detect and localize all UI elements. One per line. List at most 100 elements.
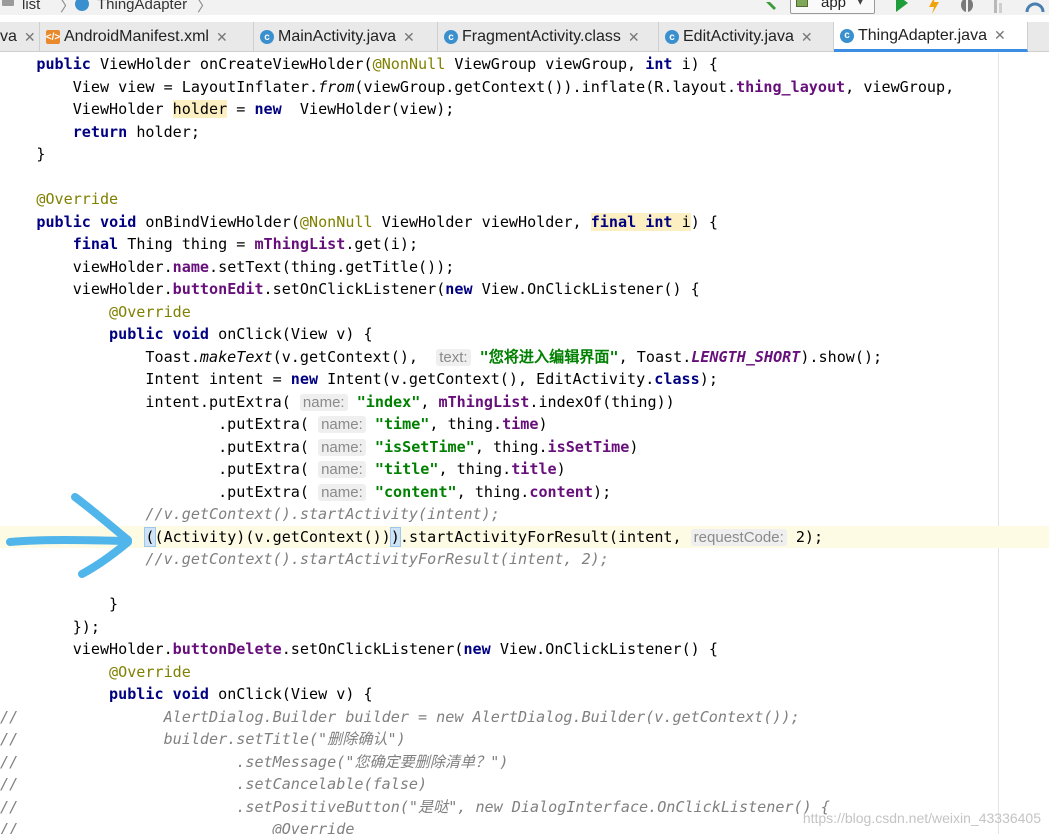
code-line[interactable]: Toast.makeText(v.getContext(), text: "您将… (0, 346, 1049, 369)
class-icon (75, 0, 89, 11)
tab-label: ThingAdapter.java (858, 26, 987, 44)
code-text: @Override (36, 190, 119, 208)
xml-file-icon: </> (45, 30, 61, 44)
code-text: public void onClick(View v) { (109, 685, 373, 703)
close-icon[interactable]: ✕ (403, 29, 415, 46)
code-text: // .setPositiveButton("是哒", new DialogIn… (0, 797, 830, 816)
code-line[interactable]: @Override (0, 661, 1049, 684)
editor-tab-bar: va ✕ </> AndroidManifest.xml ✕ c MainAct… (0, 22, 1049, 52)
code-line[interactable]: public void onBindViewHolder(@NonNull Vi… (0, 211, 1049, 234)
code-line[interactable]: intent.putExtra( name: "index", mThingLi… (0, 391, 1049, 414)
run-configuration-label: app (821, 0, 847, 11)
profiler-gauge-icon[interactable] (1024, 0, 1046, 15)
code-line[interactable]: // builder.setTitle("删除确认") (0, 728, 1049, 751)
code-line[interactable]: viewHolder.buttonDelete.setOnClickListen… (0, 638, 1049, 661)
watermark: https://blog.csdn.net/weixin_43336405 (802, 810, 1041, 826)
code-text: intent.putExtra( name: "index", mThingLi… (0, 392, 675, 411)
code-line[interactable]: .putExtra( name: "time", thing.time) (0, 413, 1049, 436)
tab-clipped[interactable]: va ✕ (0, 22, 40, 52)
close-icon[interactable]: ✕ (216, 29, 228, 46)
android-module-icon (796, 0, 808, 7)
code-editor[interactable]: public ViewHolder onCreateViewHolder(@No… (0, 53, 1049, 834)
code-text: public ViewHolder onCreateViewHolder(@No… (36, 55, 718, 73)
close-icon[interactable]: ✕ (801, 29, 813, 46)
code-line-current[interactable]: ((Activity)(v.getContext())).startActivi… (0, 525, 1049, 548)
code-line[interactable]: @Override (0, 188, 1049, 211)
code-text: // .setMessage("您确定要删除清单？") (0, 752, 509, 771)
code-text: // @Override (0, 820, 355, 834)
code-line[interactable]: public ViewHolder onCreateViewHolder(@No… (0, 53, 1049, 76)
build-hammer-icon[interactable] (760, 0, 782, 15)
code-line[interactable]: public void onClick(View v) { (0, 323, 1049, 346)
code-text: View view = LayoutInflater.from(viewGrou… (0, 77, 955, 96)
code-text: Intent intent = new Intent(v.getContext(… (0, 370, 718, 388)
tab-label: AndroidManifest.xml (64, 28, 209, 45)
code-line[interactable]: //v.getContext().startActivityForResult(… (0, 548, 1049, 571)
code-text: @Override (109, 302, 191, 321)
code-line[interactable]: viewHolder.buttonEdit.setOnClickListener… (0, 278, 1049, 301)
tab-android-manifest[interactable]: </> AndroidManifest.xml ✕ (40, 22, 254, 52)
code-line[interactable]: viewHolder.name.setText(thing.getTitle()… (0, 256, 1049, 279)
tab-label: EditActivity.java (683, 28, 794, 45)
chevron-down-icon: ▾ (857, 0, 864, 8)
code-text: viewHolder.buttonEdit.setOnClickListener… (0, 280, 700, 298)
code-text: public void onBindViewHolder(@NonNull Vi… (36, 212, 718, 231)
code-text: // AlertDialog.Builder builder = new Ale… (0, 707, 800, 726)
code-line[interactable]: } (0, 143, 1049, 166)
code-line[interactable]: } (0, 593, 1049, 616)
debug-icon[interactable] (956, 0, 978, 15)
code-text: public void onClick(View v) { (109, 325, 373, 343)
run-icon[interactable] (890, 0, 912, 15)
breadcrumb-file[interactable]: ThingAdapter (97, 0, 187, 13)
breadcrumb-separator: 〉 (60, 0, 76, 15)
tab-thing-adapter[interactable]: c ThingAdapter.java ✕ (834, 22, 1028, 52)
tab-label: va (0, 28, 17, 45)
code-line[interactable]: public void onClick(View v) { (0, 683, 1049, 706)
breadcrumb-folder[interactable]: list (22, 0, 40, 13)
code-line[interactable]: .putExtra( name: "isSetTime", thing.isSe… (0, 436, 1049, 459)
code-line[interactable]: @Override (0, 301, 1049, 324)
close-icon[interactable]: ✕ (628, 29, 640, 46)
folder-icon (2, 0, 14, 6)
code-text: }); (0, 617, 100, 636)
close-icon[interactable]: ✕ (994, 27, 1006, 44)
run-configuration-select[interactable]: app ▾ (790, 0, 875, 14)
code-text: return holder; (72, 122, 200, 141)
code-text: Toast.makeText(v.getContext(), text: "您将… (0, 347, 883, 366)
code-line[interactable]: .putExtra( name: "title", thing.title) (0, 458, 1049, 481)
code-text: // builder.setTitle("删除确认") (0, 730, 406, 748)
code-line[interactable]: }); (0, 616, 1049, 639)
code-text: } (0, 145, 46, 163)
code-line[interactable]: // AlertDialog.Builder builder = new Ale… (0, 706, 1049, 729)
code-line[interactable] (0, 166, 1049, 189)
code-text: viewHolder.name.setText(thing.getTitle()… (0, 257, 455, 276)
code-text: @Override (109, 662, 191, 681)
annotation-arrow-icon (6, 493, 132, 578)
class-icon: c (665, 30, 679, 44)
compiled-class-icon: c (444, 30, 458, 44)
apply-changes-icon[interactable] (924, 0, 944, 15)
profile-icon[interactable] (990, 0, 1010, 15)
code-line[interactable] (0, 571, 1049, 594)
close-icon[interactable]: ✕ (24, 29, 36, 46)
code-line[interactable]: Intent intent = new Intent(v.getContext(… (0, 368, 1049, 391)
code-line[interactable]: // .setMessage("您确定要删除清单？") (0, 751, 1049, 774)
code-text: .putExtra( name: "time", thing.time) (0, 415, 548, 433)
navigation-bar: list 〉 ThingAdapter 〉 app ▾ (0, 0, 1049, 15)
code-line[interactable]: // .setCancelable(false) (0, 773, 1049, 796)
code-text: final Thing thing = mThingList.get(i); (72, 235, 419, 253)
code-line[interactable]: //v.getContext().startActivity(intent); (0, 503, 1049, 526)
code-line[interactable]: ViewHolder holder = new ViewHolder(view)… (0, 98, 1049, 121)
code-line[interactable]: final Thing thing = mThingList.get(i); (0, 233, 1049, 256)
tab-label: FragmentActivity.class (462, 28, 621, 45)
tab-edit-activity[interactable]: c EditActivity.java ✕ (659, 22, 834, 52)
tab-main-activity[interactable]: c MainActivity.java ✕ (254, 22, 438, 52)
code-line[interactable]: return holder; (0, 121, 1049, 144)
class-icon: c (840, 28, 854, 43)
code-line[interactable]: .putExtra( name: "content", thing.conten… (0, 481, 1049, 504)
tab-fragment-activity[interactable]: c FragmentActivity.class ✕ (438, 22, 659, 52)
tab-label: MainActivity.java (278, 28, 396, 45)
code-line[interactable]: View view = LayoutInflater.from(viewGrou… (0, 76, 1049, 99)
code-text: ViewHolder holder = new ViewHolder(view)… (0, 100, 455, 118)
breadcrumb-separator: 〉 (197, 0, 213, 15)
